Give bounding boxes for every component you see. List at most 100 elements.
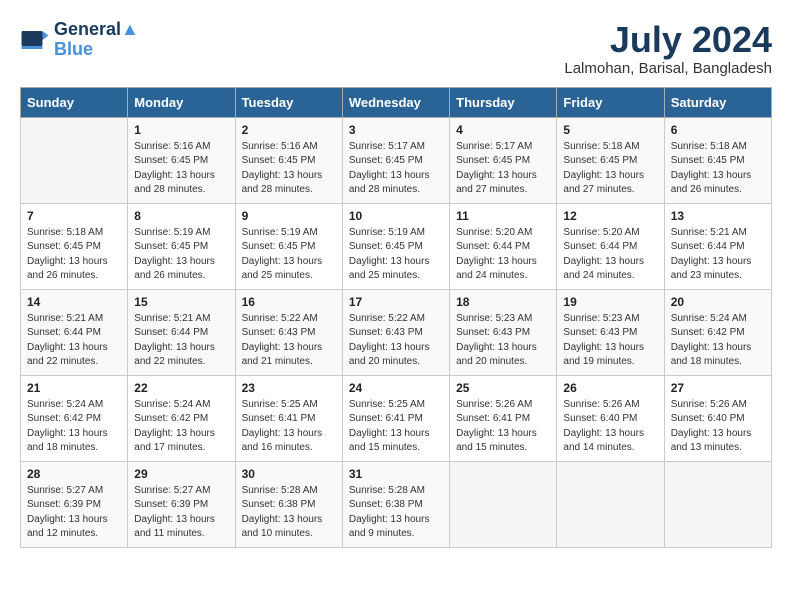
calendar-week-2: 7 Sunrise: 5:18 AMSunset: 6:45 PMDaylight…: [21, 203, 772, 289]
calendar-cell: 13 Sunrise: 5:21 AMSunset: 6:44 PMDayligh…: [664, 203, 771, 289]
day-info: Sunrise: 5:22 AMSunset: 6:43 PMDaylight:…: [242, 312, 336, 370]
day-info: Sunrise: 5:28 AMSunset: 6:38 PMDaylight:…: [349, 484, 443, 542]
day-number: 29: [134, 467, 228, 481]
calendar-cell: 9Sunrise: 5:19 AMSunset: 6:45 PMDaylight…: [235, 203, 342, 289]
day-number: 14: [27, 295, 121, 309]
day-info: Sunrise: 5:24 AMSunset: 6:42 PMDaylight:…: [27, 398, 121, 456]
day-number: 22: [134, 381, 228, 395]
header-saturday: Saturday: [664, 87, 771, 117]
calendar-cell: 6 Sunrise: 5:18 AMSunset: 6:45 PMDaylight…: [664, 117, 771, 203]
calendar-cell: 23 Sunrise: 5:25 AMSunset: 6:41 PMDayligh…: [235, 375, 342, 461]
day-info: Sunrise: 5:23 AMSunset: 6:43 PMDaylight:…: [456, 312, 550, 370]
day-number: 26: [563, 381, 657, 395]
day-info: Sunrise: 5:17 AMSunset: 6:45 PMDaylight:…: [456, 140, 550, 198]
day-number: 9: [242, 209, 336, 223]
logo-icon: [20, 25, 50, 55]
header-friday: Friday: [557, 87, 664, 117]
calendar-cell: 25 Sunrise: 5:26 AMSunset: 6:41 PMDayligh…: [450, 375, 557, 461]
day-info: Sunrise: 5:20 AMSunset: 6:44 PMDaylight:…: [563, 226, 657, 284]
calendar-cell: 31 Sunrise: 5:28 AMSunset: 6:38 PMDayligh…: [342, 461, 449, 547]
calendar-cell: 24 Sunrise: 5:25 AMSunset: 6:41 PMDayligh…: [342, 375, 449, 461]
day-number: 2: [242, 123, 336, 137]
calendar-cell: 7 Sunrise: 5:18 AMSunset: 6:45 PMDaylight…: [21, 203, 128, 289]
calendar-week-1: 1Sunrise: 5:16 AMSunset: 6:45 PMDaylight…: [21, 117, 772, 203]
day-number: 8: [134, 209, 228, 223]
day-info: Sunrise: 5:22 AMSunset: 6:43 PMDaylight:…: [349, 312, 443, 370]
day-info: Sunrise: 5:24 AMSunset: 6:42 PMDaylight:…: [671, 312, 765, 370]
day-info: Sunrise: 5:18 AMSunset: 6:45 PMDaylight:…: [671, 140, 765, 198]
day-info: Sunrise: 5:19 AMSunset: 6:45 PMDaylight:…: [349, 226, 443, 284]
day-number: 6: [671, 123, 765, 137]
day-info: Sunrise: 5:23 AMSunset: 6:43 PMDaylight:…: [563, 312, 657, 370]
calendar-cell: 29 Sunrise: 5:27 AMSunset: 6:39 PMDayligh…: [128, 461, 235, 547]
day-number: 23: [242, 381, 336, 395]
calendar-cell: 8Sunrise: 5:19 AMSunset: 6:45 PMDaylight…: [128, 203, 235, 289]
day-number: 17: [349, 295, 443, 309]
day-number: 21: [27, 381, 121, 395]
calendar-week-5: 28 Sunrise: 5:27 AMSunset: 6:39 PMDayligh…: [21, 461, 772, 547]
day-info: Sunrise: 5:26 AMSunset: 6:41 PMDaylight:…: [456, 398, 550, 456]
calendar-cell: 3 Sunrise: 5:17 AMSunset: 6:45 PMDaylight…: [342, 117, 449, 203]
day-info: Sunrise: 5:18 AMSunset: 6:45 PMDaylight:…: [563, 140, 657, 198]
day-info: Sunrise: 5:17 AMSunset: 6:45 PMDaylight:…: [349, 140, 443, 198]
calendar-cell: 26Sunrise: 5:26 AMSunset: 6:40 PMDayligh…: [557, 375, 664, 461]
calendar-cell: 27 Sunrise: 5:26 AMSunset: 6:40 PMDayligh…: [664, 375, 771, 461]
day-number: 4: [456, 123, 550, 137]
day-info: Sunrise: 5:20 AMSunset: 6:44 PMDaylight:…: [456, 226, 550, 284]
header-monday: Monday: [128, 87, 235, 117]
day-info: Sunrise: 5:24 AMSunset: 6:42 PMDaylight:…: [134, 398, 228, 456]
day-number: 31: [349, 467, 443, 481]
day-number: 7: [27, 209, 121, 223]
day-info: Sunrise: 5:25 AMSunset: 6:41 PMDaylight:…: [242, 398, 336, 456]
day-info: Sunrise: 5:25 AMSunset: 6:41 PMDaylight:…: [349, 398, 443, 456]
header-wednesday: Wednesday: [342, 87, 449, 117]
day-number: 30: [242, 467, 336, 481]
day-info: Sunrise: 5:18 AMSunset: 6:45 PMDaylight:…: [27, 226, 121, 284]
day-number: 18: [456, 295, 550, 309]
calendar-cell: [21, 117, 128, 203]
day-info: Sunrise: 5:27 AMSunset: 6:39 PMDaylight:…: [27, 484, 121, 542]
calendar-cell: 30 Sunrise: 5:28 AMSunset: 6:38 PMDayligh…: [235, 461, 342, 547]
header-thursday: Thursday: [450, 87, 557, 117]
title-section: July 2024 Lalmohan, Barisal, Bangladesh: [564, 20, 772, 77]
calendar-cell: [664, 461, 771, 547]
day-number: 5: [563, 123, 657, 137]
calendar-cell: 12 Sunrise: 5:20 AMSunset: 6:44 PMDayligh…: [557, 203, 664, 289]
calendar-header-row: SundayMondayTuesdayWednesdayThursdayFrid…: [21, 87, 772, 117]
calendar-cell: 18 Sunrise: 5:23 AMSunset: 6:43 PMDayligh…: [450, 289, 557, 375]
day-number: 28: [27, 467, 121, 481]
day-info: Sunrise: 5:21 AMSunset: 6:44 PMDaylight:…: [671, 226, 765, 284]
day-info: Sunrise: 5:16 AMSunset: 6:45 PMDaylight:…: [134, 140, 228, 198]
day-number: 19: [563, 295, 657, 309]
calendar-cell: 21 Sunrise: 5:24 AMSunset: 6:42 PMDayligh…: [21, 375, 128, 461]
day-info: Sunrise: 5:26 AMSunset: 6:40 PMDaylight:…: [671, 398, 765, 456]
day-number: 15: [134, 295, 228, 309]
calendar-week-3: 14 Sunrise: 5:21 AMSunset: 6:44 PMDayligh…: [21, 289, 772, 375]
calendar-cell: 4 Sunrise: 5:17 AMSunset: 6:45 PMDaylight…: [450, 117, 557, 203]
day-info: Sunrise: 5:21 AMSunset: 6:44 PMDaylight:…: [134, 312, 228, 370]
calendar-cell: 19 Sunrise: 5:23 AMSunset: 6:43 PMDayligh…: [557, 289, 664, 375]
logo-text: General▲ Blue: [54, 20, 139, 60]
day-number: 27: [671, 381, 765, 395]
calendar-cell: 2Sunrise: 5:16 AMSunset: 6:45 PMDaylight…: [235, 117, 342, 203]
calendar-table: SundayMondayTuesdayWednesdayThursdayFrid…: [20, 87, 772, 548]
calendar-cell: 22 Sunrise: 5:24 AMSunset: 6:42 PMDayligh…: [128, 375, 235, 461]
calendar-cell: [557, 461, 664, 547]
day-number: 24: [349, 381, 443, 395]
calendar-cell: 15 Sunrise: 5:21 AMSunset: 6:44 PMDayligh…: [128, 289, 235, 375]
month-year: July 2024: [564, 20, 772, 60]
header-tuesday: Tuesday: [235, 87, 342, 117]
calendar-cell: 1Sunrise: 5:16 AMSunset: 6:45 PMDaylight…: [128, 117, 235, 203]
day-number: 25: [456, 381, 550, 395]
day-number: 3: [349, 123, 443, 137]
day-number: 12: [563, 209, 657, 223]
day-info: Sunrise: 5:28 AMSunset: 6:38 PMDaylight:…: [242, 484, 336, 542]
day-info: Sunrise: 5:27 AMSunset: 6:39 PMDaylight:…: [134, 484, 228, 542]
day-number: 13: [671, 209, 765, 223]
calendar-cell: 16Sunrise: 5:22 AMSunset: 6:43 PMDayligh…: [235, 289, 342, 375]
calendar-cell: 10Sunrise: 5:19 AMSunset: 6:45 PMDayligh…: [342, 203, 449, 289]
calendar-cell: [450, 461, 557, 547]
location: Lalmohan, Barisal, Bangladesh: [564, 60, 772, 77]
calendar-cell: 11Sunrise: 5:20 AMSunset: 6:44 PMDayligh…: [450, 203, 557, 289]
calendar-cell: 28 Sunrise: 5:27 AMSunset: 6:39 PMDayligh…: [21, 461, 128, 547]
